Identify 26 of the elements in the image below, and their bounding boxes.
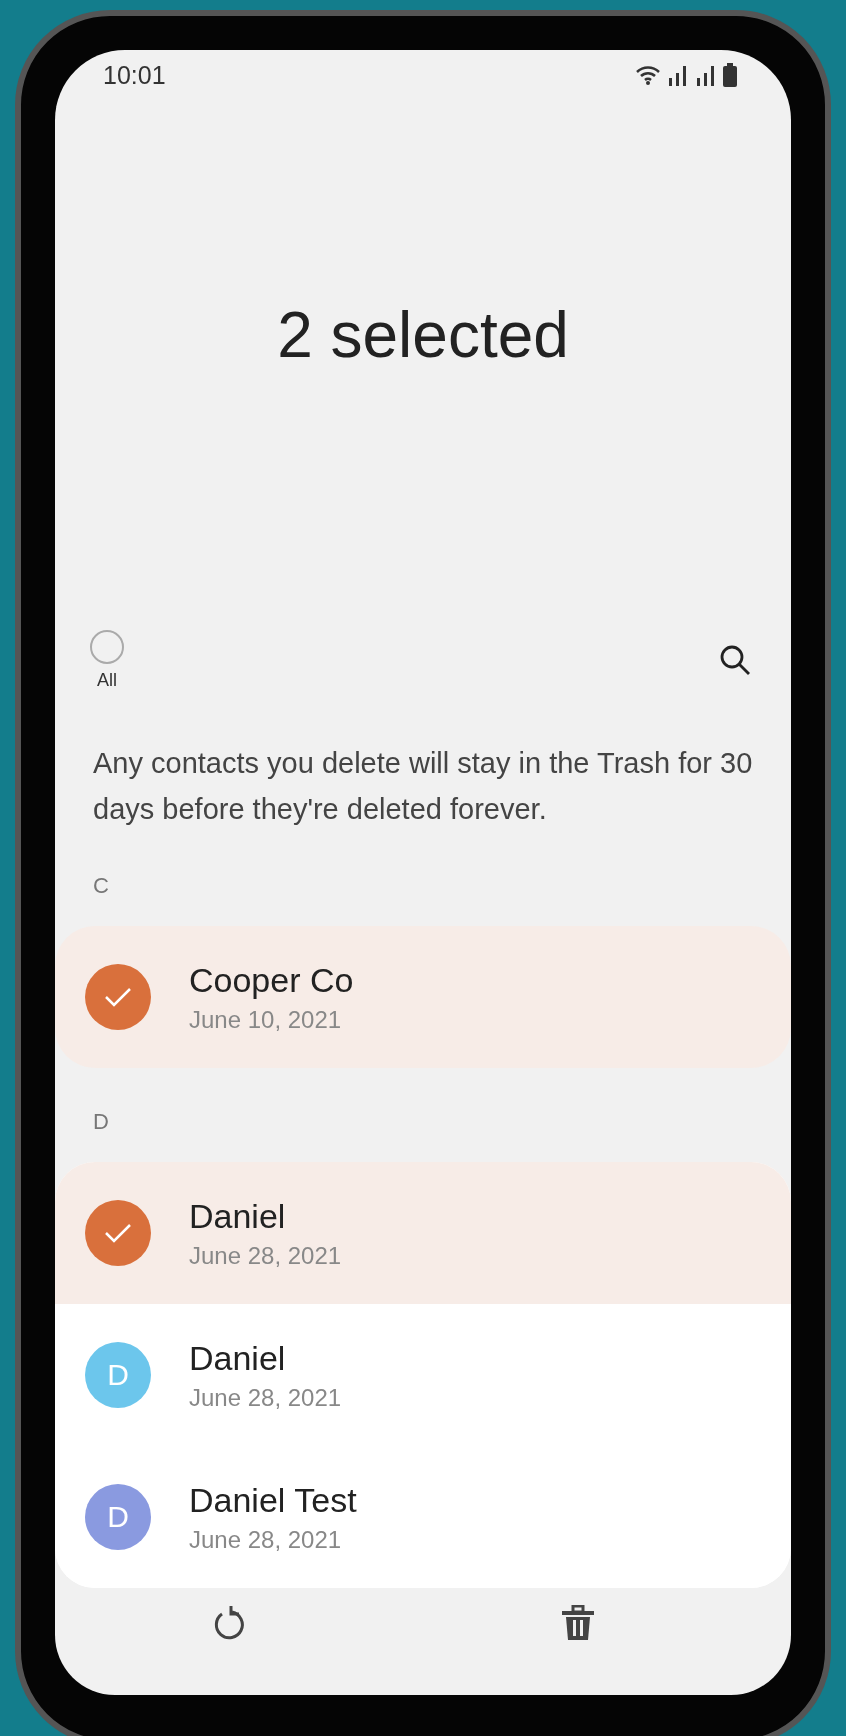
contact-date: June 28, 2021 [189,1383,342,1412]
selection-title: 2 selected [277,298,569,372]
select-all-label: All [97,669,117,691]
select-all-checkbox[interactable] [90,629,124,664]
contact-avatar: D [85,1342,151,1408]
contact-row[interactable]: Cooper Co June 10, 2021 [55,926,791,1068]
signal-icon [667,64,689,86]
wifi-icon [635,64,661,86]
status-time: 10:01 [103,60,166,90]
trash-notice: Any contacts you delete will stay in the Trash for 30 days before they're deleted forever. [92,746,754,827]
contact-date: June 28, 2021 [189,1241,342,1270]
contact-name: Daniel [189,1338,287,1378]
battery-icon [723,63,737,87]
contact-row[interactable]: Daniel June 28, 2021 [55,1162,791,1304]
contact-name: Cooper Co [189,960,354,1000]
trash-icon[interactable] [561,1605,594,1641]
contact-name: Daniel Test [189,1480,357,1520]
contact-name: Daniel [189,1196,287,1236]
contact-avatar: D [85,1484,151,1550]
contact-date: June 28, 2021 [189,1525,343,1554]
contact-date: June 10, 2021 [189,1005,343,1034]
search-icon[interactable] [719,644,751,676]
restore-icon[interactable] [212,1605,247,1641]
section-header: D [92,1108,110,1136]
signal-icon [695,64,717,86]
section-header: C [92,872,110,900]
